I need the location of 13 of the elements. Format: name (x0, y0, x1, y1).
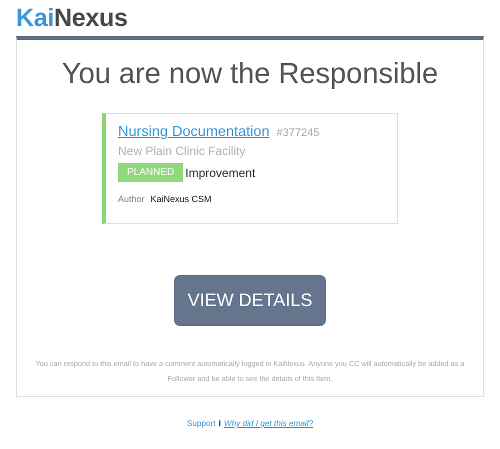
heading: You are now the Responsible (62, 58, 438, 91)
author-name: KaiNexus CSM (150, 194, 212, 204)
logo: KaiNexus (16, 4, 128, 32)
item-title-link[interactable]: Nursing Documentation (118, 124, 270, 140)
separator: I (218, 419, 221, 428)
why-link[interactable]: Why did I get this email? (224, 419, 314, 428)
author-label: Author (118, 194, 145, 204)
status-badge: PLANNED (118, 163, 184, 182)
item-type: Improvement (185, 166, 256, 180)
support-link[interactable]: Support (186, 419, 216, 428)
item-number: #377245 (276, 127, 320, 139)
item-location: New Plain Clinic Facility (118, 144, 246, 158)
view-details-button[interactable]: VIEW DETAILS (174, 275, 326, 326)
